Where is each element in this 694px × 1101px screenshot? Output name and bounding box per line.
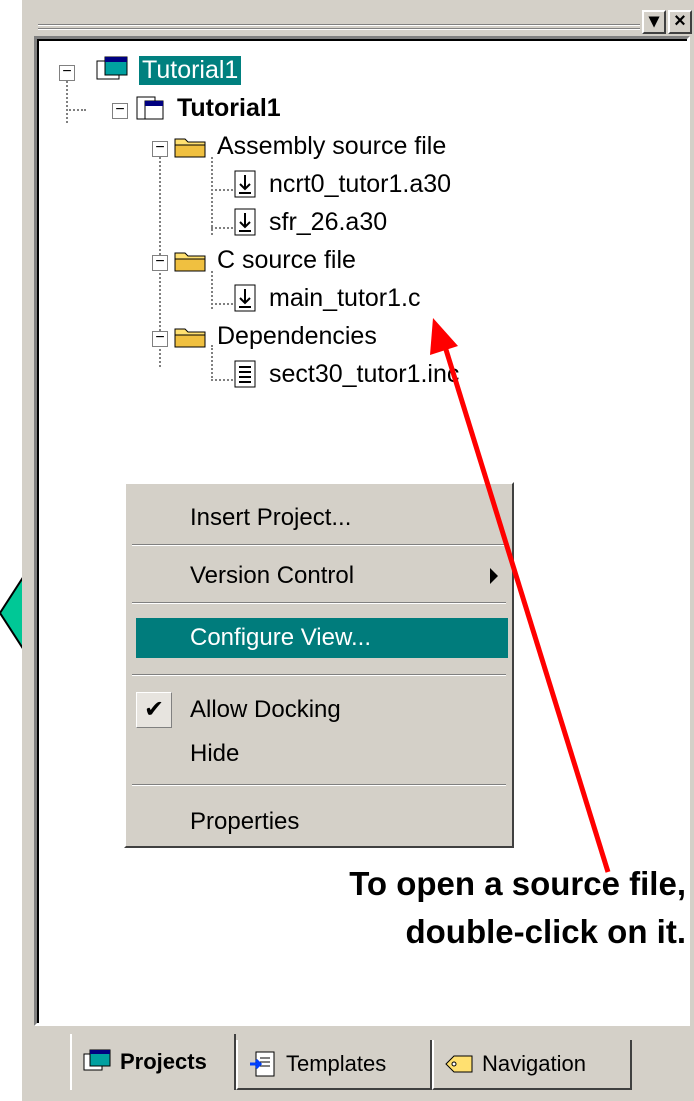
tree-folder[interactable]: Dependencies [173,321,377,351]
templates-icon [248,1050,278,1078]
tree-file-label: main_tutor1.c [269,283,421,312]
close-button[interactable]: × [668,10,692,34]
tab-navigation[interactable]: Navigation [432,1040,632,1090]
tree-folder-label: Dependencies [217,321,377,350]
expander-folder[interactable]: − [152,140,168,157]
annotation-line-2: double-click on it. [405,913,686,950]
expander-project[interactable]: − [112,102,128,119]
menu-item-properties[interactable]: Properties [136,802,508,842]
tree-file-label: sect30_tutor1.inc [269,359,460,388]
menu-item-insert-project[interactable]: Insert Project... [136,498,508,538]
folder-icon [173,131,207,161]
source-file-icon [233,169,259,199]
expander-folder[interactable]: − [152,254,168,271]
source-file-icon [233,283,259,313]
workspace-icon [95,55,129,85]
menu-item-version-control[interactable]: Version Control [136,556,508,596]
tree-file[interactable]: main_tutor1.c [233,283,420,313]
minimize-button[interactable]: ▾ [642,10,666,34]
menu-item-allow-docking[interactable]: ✔ Allow Docking [136,690,508,730]
tree-root[interactable]: Tutorial1 [95,55,242,85]
instruction-annotation: To open a source file, double-click on i… [349,860,686,956]
projects-icon [82,1048,112,1076]
tree-file[interactable]: sect30_tutor1.inc [233,359,459,389]
bottom-tab-bar: Projects Templates Navigation [70,1034,632,1092]
source-file-icon [233,207,259,237]
tree-project-label: Tutorial1 [177,93,281,122]
tab-projects-label: Projects [120,1049,207,1074]
tree-file-label: ncrt0_tutor1.a30 [269,169,452,198]
include-file-icon [233,359,259,389]
expander-folder[interactable]: − [152,330,168,347]
context-menu: Insert Project... Version Control Config… [124,482,514,848]
tree-folder[interactable]: C source file [173,245,356,275]
menu-item-configure-view[interactable]: Configure View... [136,618,508,658]
folder-icon [173,321,207,351]
submenu-arrow-icon [490,568,498,584]
tree-folder-label: Assembly source file [217,131,447,160]
menu-item-hide[interactable]: Hide [136,734,508,774]
tree-folder-label: C source file [217,245,356,274]
tree-file[interactable]: ncrt0_tutor1.a30 [233,169,451,199]
tab-projects[interactable]: Projects [70,1034,236,1090]
annotation-line-1: To open a source file, [349,865,686,902]
expander-root[interactable]: − [59,64,75,81]
tree-project[interactable]: Tutorial1 [133,93,281,123]
navigation-icon [444,1050,474,1078]
project-icon [133,93,167,123]
tab-navigation-label: Navigation [482,1051,586,1076]
tree-file[interactable]: sfr_26.a30 [233,207,387,237]
tab-templates-label: Templates [286,1051,387,1076]
tree-root-label: Tutorial1 [139,55,242,85]
tab-templates[interactable]: Templates [236,1040,432,1090]
drag-grip[interactable] [38,22,640,32]
tree-folder[interactable]: Assembly source file [173,131,446,161]
folder-icon [173,245,207,275]
checkmark-icon: ✔ [136,692,172,728]
tree-file-label: sfr_26.a30 [269,207,388,236]
